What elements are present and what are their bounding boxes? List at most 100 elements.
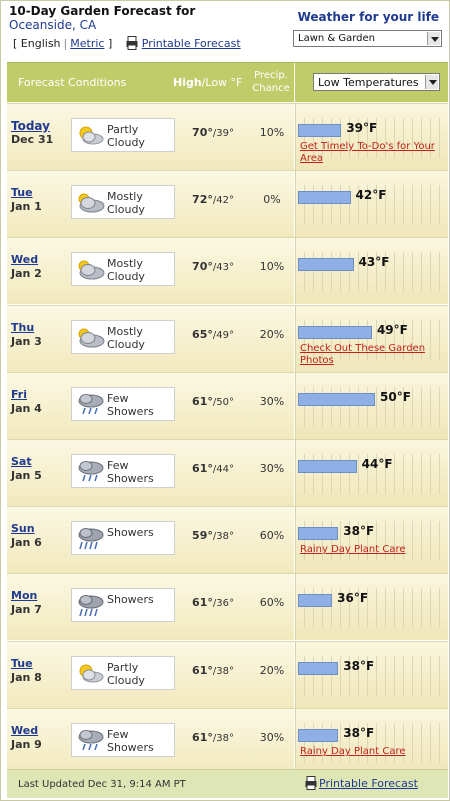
precip-chance: 30%	[259, 395, 285, 408]
few-showers-icon	[78, 461, 104, 482]
low-temp: /49°	[212, 330, 234, 341]
condition-text: Partly Cloudy	[107, 661, 145, 687]
condition-line-2: Cloudy	[107, 338, 145, 351]
condition-line-2: Cloudy	[107, 136, 145, 149]
condition-text: Mostly Cloudy	[107, 190, 145, 216]
chart-type-select[interactable]: Low Temperatures	[313, 73, 440, 91]
high-temp: 59°	[192, 529, 213, 542]
date-label: Dec 31	[11, 133, 54, 146]
date-label: Jan 7	[11, 603, 42, 616]
printable-forecast-link[interactable]: Printable Forecast	[319, 777, 418, 790]
english-option[interactable]: English	[21, 37, 61, 50]
low-temp-bar-label: 38°F	[343, 524, 375, 538]
low-temp-bar	[298, 729, 339, 742]
low-temp: /43°	[212, 262, 234, 273]
condition-line-2: Cloudy	[107, 203, 145, 216]
low-temp: /38°	[212, 666, 234, 677]
condition-line-1: Mostly	[107, 325, 143, 338]
printer-icon[interactable]	[126, 36, 138, 50]
low-temp-bar-label: 42°F	[355, 188, 387, 202]
condition-text: Few Showers	[107, 728, 154, 754]
day-link[interactable]: Sat	[11, 455, 32, 468]
condition-line-2: Showers	[107, 741, 154, 754]
printer-icon[interactable]	[305, 776, 317, 790]
date-label: Jan 3	[11, 335, 42, 348]
tip-link[interactable]: Check Out These Garden Photos	[300, 343, 448, 367]
forecast-row: Sat Jan 5 Few Showers 61°/44° 30% 44°F	[7, 439, 448, 506]
precip-chance: 10%	[259, 126, 285, 139]
condition-box: Mostly Cloudy	[71, 185, 175, 219]
life-category-value: Lawn & Garden	[298, 33, 376, 44]
condition-box: Few Showers	[71, 454, 175, 488]
temperature: 70°/43°	[183, 260, 243, 273]
condition-line-1: Few	[107, 459, 129, 472]
partly-cloudy-icon	[79, 126, 104, 145]
condition-line-1: Mostly	[107, 190, 143, 203]
day-link[interactable]: Fri	[11, 388, 27, 401]
condition-line-1: Few	[107, 392, 129, 405]
high-temp: 70°	[192, 126, 213, 139]
condition-box: Mostly Cloudy	[71, 252, 175, 286]
day-link[interactable]: Today	[11, 119, 50, 133]
precip-chance: 60%	[259, 596, 285, 609]
day-link[interactable]: Sun	[11, 522, 35, 535]
tip-link[interactable]: Rainy Day Plant Care	[300, 544, 448, 556]
few-showers-icon	[78, 730, 104, 751]
metric-link[interactable]: Metric	[70, 37, 104, 50]
forecast-row: Wed Jan 2 Mostly Cloudy 70°/43° 10% 43°F	[7, 237, 448, 304]
tip-link[interactable]: Rainy Day Plant Care	[300, 746, 448, 758]
day-link[interactable]: Wed	[11, 724, 38, 737]
condition-box: Mostly Cloudy	[71, 320, 175, 354]
showers-icon	[78, 528, 104, 550]
temperature: 72°/42°	[183, 193, 243, 206]
life-category-select[interactable]: Lawn & Garden	[293, 30, 442, 47]
high-temp: 61°	[192, 395, 213, 408]
low-temp: /42°	[212, 195, 234, 206]
condition-line-2: Cloudy	[107, 270, 145, 283]
day-link[interactable]: Mon	[11, 589, 37, 602]
high-temp: 61°	[192, 731, 213, 744]
high-label: High	[173, 76, 202, 89]
low-temp-bar-label: 38°F	[343, 726, 375, 740]
low-temp: /36°	[212, 598, 234, 609]
day-link[interactable]: Thu	[11, 321, 34, 334]
condition-line-1: Partly	[107, 123, 139, 136]
low-temp: /38°	[212, 733, 234, 744]
precip-chance: 30%	[259, 731, 285, 744]
condition-box: Showers	[71, 588, 175, 622]
condition-line-1: Partly	[107, 661, 139, 674]
precip-chance: 60%	[259, 529, 285, 542]
day-link[interactable]: Tue	[11, 186, 33, 199]
printable-forecast-link[interactable]: Printable Forecast	[142, 37, 241, 50]
showers-icon	[78, 595, 104, 617]
condition-box: Showers	[71, 521, 175, 555]
tip-link[interactable]: Get Timely To-Do's for Your Area	[300, 141, 448, 165]
low-temp-bar-label: 49°F	[376, 323, 408, 337]
low-temp-bar-label: 39°F	[346, 121, 378, 135]
precip-chance: 30%	[259, 462, 285, 475]
temperature: 61°/44°	[183, 462, 243, 475]
bracket-close: ]	[104, 37, 113, 50]
low-temp-bar-label: 50°F	[380, 390, 411, 404]
condition-line-1: Showers	[107, 593, 154, 606]
condition-box: Partly Cloudy	[71, 118, 175, 152]
day-link[interactable]: Tue	[11, 657, 33, 670]
low-temp-bar-label: 43°F	[358, 255, 390, 269]
condition-box: Partly Cloudy	[71, 656, 175, 690]
condition-line-2: Showers	[107, 472, 154, 485]
day-link[interactable]: Wed	[11, 253, 38, 266]
high-temp: 61°	[192, 596, 213, 609]
temperature: 65°/49°	[183, 328, 243, 341]
precip-chance: 0%	[263, 193, 281, 206]
temperature: 70°/39°	[183, 126, 243, 139]
forecast-row: Mon Jan 7 Showers 61°/36° 60% 36°F	[7, 573, 448, 640]
date-label: Jan 5	[11, 469, 42, 482]
page-title: 10-Day Garden Forecast for	[9, 4, 196, 18]
forecast-row: Sun Jan 6 Showers 59°/38° 60% 38°F Rainy…	[7, 506, 448, 573]
temperature: 61°/38°	[183, 664, 243, 677]
low-temp-bar-label: 38°F	[343, 659, 375, 673]
precip-chance: 10%	[259, 260, 285, 273]
temperature: 61°/36°	[183, 596, 243, 609]
date-label: Jan 9	[11, 738, 42, 751]
precip-header: Precip. Chance	[252, 70, 290, 94]
